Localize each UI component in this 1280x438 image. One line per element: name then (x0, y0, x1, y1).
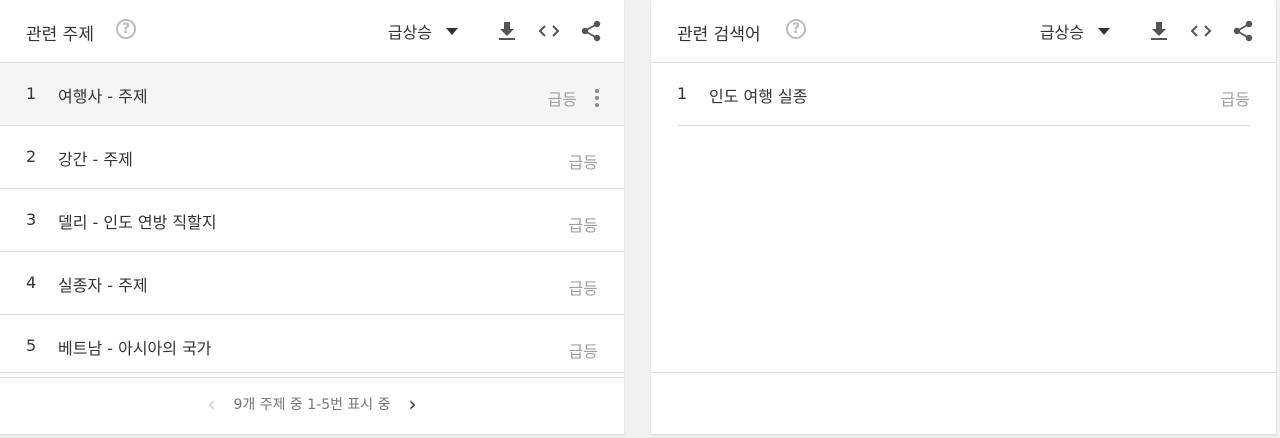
code-embed-icon (538, 25, 560, 37)
chevron-left-icon[interactable]: ‹ (201, 392, 221, 416)
row-rank: 1 (26, 84, 37, 103)
share-button[interactable] (580, 20, 602, 42)
embed-button[interactable] (1190, 20, 1212, 42)
related-queries-card: 관련 검색어 ? 급상승 1 인도 여행 실종 급등 (651, 0, 1276, 434)
sort-dropdown-label: 급상승 (387, 23, 432, 42)
more-vert-icon[interactable] (595, 89, 599, 107)
row-topic-link[interactable]: 베트남 - 아시아의 국가 (58, 335, 212, 359)
download-icon (499, 22, 515, 40)
card-title: 관련 검색어 (677, 25, 761, 45)
card-header: 관련 검색어 ? 급상승 (651, 0, 1276, 63)
row-value: 급등 (547, 90, 577, 109)
table-row[interactable]: 5 베트남 - 아시아의 국가 급등 (0, 315, 624, 378)
card-toolbar: 급상승 (388, 0, 602, 62)
row-value: 급등 (568, 216, 598, 235)
row-value: 급등 (568, 279, 598, 298)
table-row[interactable]: 3 델리 - 인도 연방 직할지 급등 (0, 189, 624, 252)
sort-dropdown[interactable]: 급상승 (388, 19, 458, 43)
help-circle-icon[interactable]: ? (786, 19, 806, 39)
share-icon (581, 20, 601, 42)
download-button[interactable] (1148, 20, 1170, 42)
table-row[interactable]: 2 강간 - 주제 급등 (0, 126, 624, 189)
download-button[interactable] (496, 20, 518, 42)
pagination (651, 372, 1276, 434)
table-row[interactable]: 1 인도 여행 실종 급등 (677, 63, 1250, 126)
table-row[interactable]: 4 실종자 - 주제 급등 (0, 252, 624, 315)
row-topic-link[interactable]: 델리 - 인도 연방 직할지 (58, 209, 217, 233)
row-rank: 2 (26, 147, 37, 166)
code-embed-icon (1190, 25, 1212, 37)
row-topic-link[interactable]: 실종자 - 주제 (58, 272, 148, 296)
row-rank: 4 (26, 273, 37, 292)
row-value: 급등 (1220, 90, 1250, 109)
row-topic-link[interactable]: 여행사 - 주제 (58, 83, 148, 107)
sort-dropdown-label: 급상승 (1039, 23, 1084, 42)
download-icon (1151, 22, 1167, 40)
share-icon (1233, 20, 1253, 42)
row-query-link[interactable]: 인도 여행 실종 (709, 83, 808, 107)
table-row[interactable]: 1 여행사 - 주제 급등 (0, 63, 624, 126)
card-header: 관련 주제 ? 급상승 (0, 0, 624, 63)
caret-down-icon (446, 27, 458, 35)
row-rank: 1 (677, 84, 688, 103)
pagination: ‹ 9개 주제 중 1-5번 표시 중 › (0, 372, 624, 434)
row-rank: 5 (26, 336, 37, 355)
caret-down-icon (1098, 27, 1110, 35)
row-rank: 3 (26, 210, 37, 229)
share-button[interactable] (1232, 20, 1254, 42)
embed-button[interactable] (538, 20, 560, 42)
card-title: 관련 주제 (26, 25, 94, 45)
chevron-right-icon[interactable]: › (403, 392, 423, 416)
row-value: 급등 (568, 153, 598, 172)
row-topic-link[interactable]: 강간 - 주제 (58, 146, 133, 170)
pagination-label: 9개 주제 중 1-5번 표시 중 (233, 396, 391, 413)
card-toolbar: 급상승 (1040, 0, 1254, 62)
row-value: 급등 (568, 342, 598, 361)
related-topics-card: 관련 주제 ? 급상승 1 여행사 - 주제 급등 2 강간 - 주제 급등 3… (0, 0, 624, 434)
sort-dropdown[interactable]: 급상승 (1040, 19, 1110, 43)
help-circle-icon[interactable]: ? (116, 19, 136, 39)
